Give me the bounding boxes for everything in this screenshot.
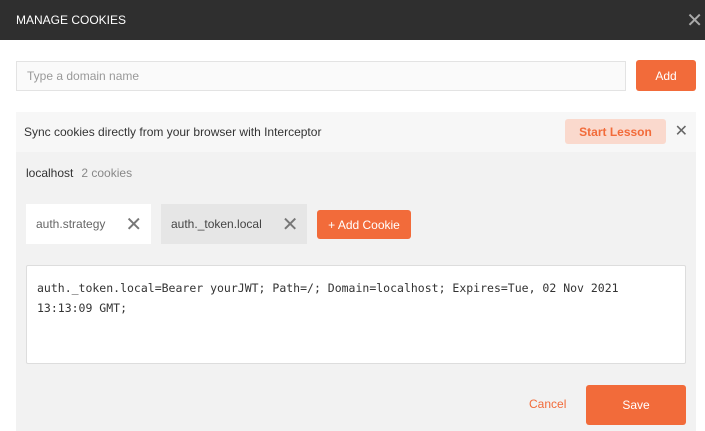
close-icon[interactable]: ✕ xyxy=(686,8,703,33)
interceptor-banner: Sync cookies directly from your browser … xyxy=(16,112,696,152)
domain-input[interactable] xyxy=(16,61,626,91)
close-icon[interactable]: ✕ xyxy=(675,121,688,141)
add-domain-button[interactable]: Add xyxy=(636,60,696,91)
host-heading: localhost 2 cookies xyxy=(26,166,132,180)
cancel-button[interactable]: Cancel xyxy=(529,397,566,411)
cookie-tab-label: auth._token.local xyxy=(171,217,262,231)
cookie-value-textarea[interactable]: auth._token.local=Bearer yourJWT; Path=/… xyxy=(26,265,686,364)
close-icon[interactable]: ✕ xyxy=(282,212,299,237)
banner-text: Sync cookies directly from your browser … xyxy=(24,125,322,139)
cookie-count: 2 cookies xyxy=(81,166,133,180)
cookie-tab[interactable]: auth.strategy ✕ xyxy=(26,204,151,244)
save-button[interactable]: Save xyxy=(586,385,686,425)
modal-title: MANAGE COOKIES xyxy=(16,13,127,27)
start-lesson-button[interactable]: Start Lesson xyxy=(565,119,666,144)
host-name: localhost xyxy=(26,166,74,180)
add-cookie-button[interactable]: + Add Cookie xyxy=(317,210,411,239)
cookie-tab-label: auth.strategy xyxy=(36,217,106,231)
close-icon[interactable]: ✕ xyxy=(125,212,142,237)
cookie-tab-active[interactable]: auth._token.local ✕ xyxy=(161,204,307,244)
cookie-panel: localhost 2 cookies auth.strategy ✕ auth._… xyxy=(16,152,696,431)
modal-header: MANAGE COOKIES ✕ xyxy=(0,0,705,40)
